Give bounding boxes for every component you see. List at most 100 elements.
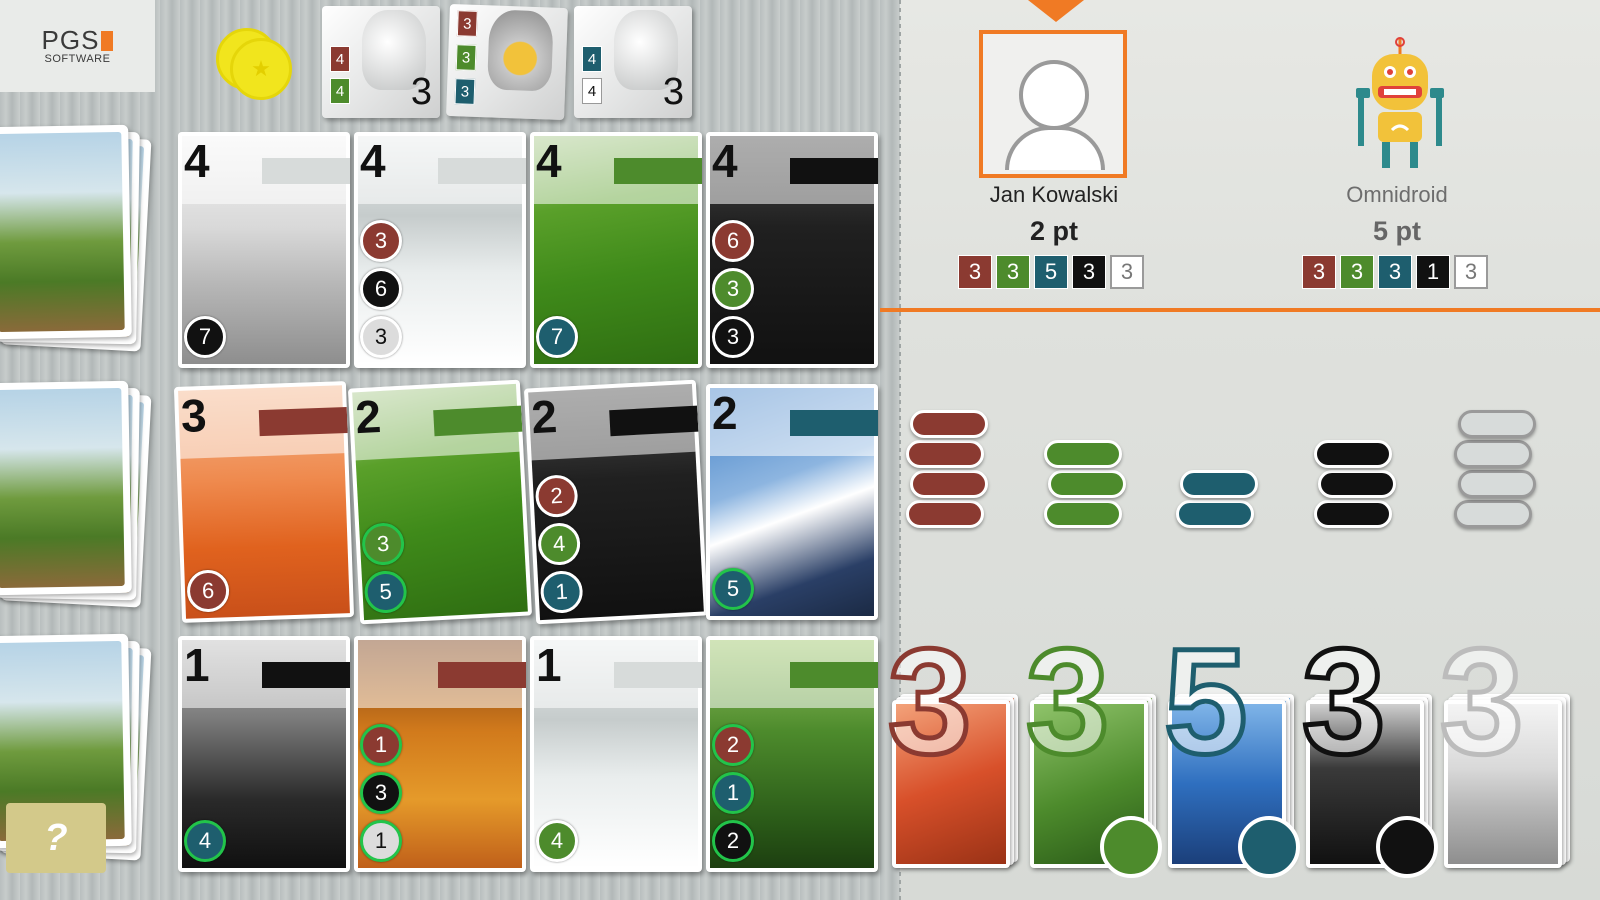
card-token: 1 <box>360 724 402 766</box>
score-box-green: 3 <box>1340 255 1374 289</box>
token-disk <box>906 500 984 528</box>
card-value: 2 <box>354 390 383 444</box>
collected-count: 3 <box>1023 617 1111 785</box>
card-color-bar <box>438 158 526 184</box>
collected-count: 3 <box>885 617 973 785</box>
statue-count: 3 <box>662 71 684 113</box>
player-name: Jan Kowalski <box>989 182 1119 207</box>
turn-indicator-arrow <box>1028 0 1084 22</box>
card-color-bar <box>438 662 526 688</box>
robot-avatar-icon[interactable] <box>1350 36 1450 176</box>
token-disk <box>1318 470 1396 498</box>
card-color-bar <box>614 158 702 184</box>
token-disk <box>1458 410 1536 438</box>
token-disk <box>1314 500 1392 528</box>
card-color-bar <box>609 405 699 437</box>
score-box-white: 3 <box>1454 255 1488 289</box>
collected-token <box>1376 816 1438 878</box>
collected-token <box>1238 816 1300 878</box>
card-token: 6 <box>360 268 402 310</box>
landscape-card[interactable]: 4 6 3 3 <box>706 132 878 368</box>
opponent-name: Omnidroid <box>1346 182 1448 207</box>
collected-pile-black[interactable]: 3 <box>1299 624 1438 878</box>
card-token: 1 <box>712 772 754 814</box>
token-disk <box>1044 440 1122 468</box>
score-box-teal: 3 <box>1378 255 1412 289</box>
collected-count: 5 <box>1161 617 1249 785</box>
score-box-black: 3 <box>1072 255 1106 289</box>
landscape-card[interactable]: 235 <box>347 379 533 625</box>
collected-token <box>1100 816 1162 878</box>
landscape-card[interactable]: 2 1 2 <box>706 636 878 872</box>
landscape-card[interactable]: 4 3 6 3 <box>354 132 526 368</box>
pgs-logo: PGS SOFTWARE <box>0 0 155 92</box>
token-disk <box>906 440 984 468</box>
collected-pile-red[interactable]: 3 <box>885 624 1020 872</box>
card-color-bar <box>790 410 878 436</box>
star-coin-icon: ★ <box>230 38 292 100</box>
score-box-red: 3 <box>1302 255 1336 289</box>
card-token: 2 <box>712 820 754 862</box>
robot-statue-icon <box>487 9 554 92</box>
statue-requirement-box: 4 <box>582 78 602 104</box>
landscape-card[interactable]: 1 3 1 <box>354 636 526 872</box>
card-token: 2 <box>712 724 754 766</box>
draw-deck[interactable] <box>0 380 152 608</box>
card-value: 4 <box>712 135 738 187</box>
card-token: 1 <box>360 820 402 862</box>
score-box-teal: 5 <box>1034 255 1068 289</box>
landscape-card[interactable]: 14 <box>178 636 350 872</box>
collected-pile-teal[interactable]: 5 <box>1161 624 1300 878</box>
landscape-card[interactable]: 47 <box>530 132 702 368</box>
card-token: 3 <box>712 268 754 310</box>
landscape-card[interactable]: 25 <box>706 384 878 620</box>
card-color-bar <box>614 662 702 688</box>
card-token: 7 <box>536 316 578 358</box>
score-box-green: 3 <box>996 255 1030 289</box>
user-avatar-icon <box>1019 60 1089 130</box>
card-token: 4 <box>536 820 578 862</box>
statue-requirement-box: 4 <box>582 46 602 72</box>
statue-requirement-box: 3 <box>454 78 476 105</box>
opponent-score-row: 33313 <box>1302 255 1488 289</box>
collected-pile-white[interactable]: 3 <box>1437 624 1572 872</box>
token-disk <box>1048 470 1126 498</box>
statue-card: 4 4 3 <box>322 6 440 118</box>
help-button[interactable]: ? <box>6 803 106 873</box>
token-disk <box>1176 500 1254 528</box>
card-color-bar <box>790 662 878 688</box>
card-value: 3 <box>180 388 208 442</box>
card-color-bar <box>258 407 348 437</box>
card-color-bar <box>262 662 350 688</box>
landscape-card[interactable]: 47 <box>178 132 350 368</box>
statue-count: 3 <box>410 71 432 113</box>
opponent-points: 5 pt <box>1372 216 1421 246</box>
card-value: 4 <box>184 135 210 187</box>
token-disk <box>1044 500 1122 528</box>
card-color-bar <box>262 158 350 184</box>
card-value: 1 <box>536 639 562 691</box>
token-disk <box>1180 470 1258 498</box>
card-token: 4 <box>184 820 226 862</box>
landscape-card[interactable]: 36 <box>173 381 355 623</box>
landscape-card[interactable]: 2241 <box>523 379 709 625</box>
card-token: 3 <box>712 316 754 358</box>
card-token: 7 <box>184 316 226 358</box>
token-disk <box>1458 470 1536 498</box>
collected-pile-green[interactable]: 3 <box>1023 624 1162 878</box>
card-value: 2 <box>530 390 559 444</box>
collected-count: 3 <box>1437 617 1525 785</box>
statue-requirement-box: 3 <box>456 10 478 37</box>
card-token: 5 <box>712 568 754 610</box>
draw-deck[interactable] <box>0 124 152 352</box>
landscape-card[interactable]: 14 <box>530 636 702 872</box>
token-disk <box>910 410 988 438</box>
score-box-white: 3 <box>1110 255 1144 289</box>
statue-requirement-box: 4 <box>330 46 350 72</box>
statue-requirement-box: 3 <box>455 44 477 71</box>
card-value: 1 <box>184 639 210 691</box>
player-score-row: 33533 <box>958 255 1144 289</box>
player-avatar[interactable] <box>979 30 1127 178</box>
token-disk <box>910 470 988 498</box>
score-box-black: 1 <box>1416 255 1450 289</box>
